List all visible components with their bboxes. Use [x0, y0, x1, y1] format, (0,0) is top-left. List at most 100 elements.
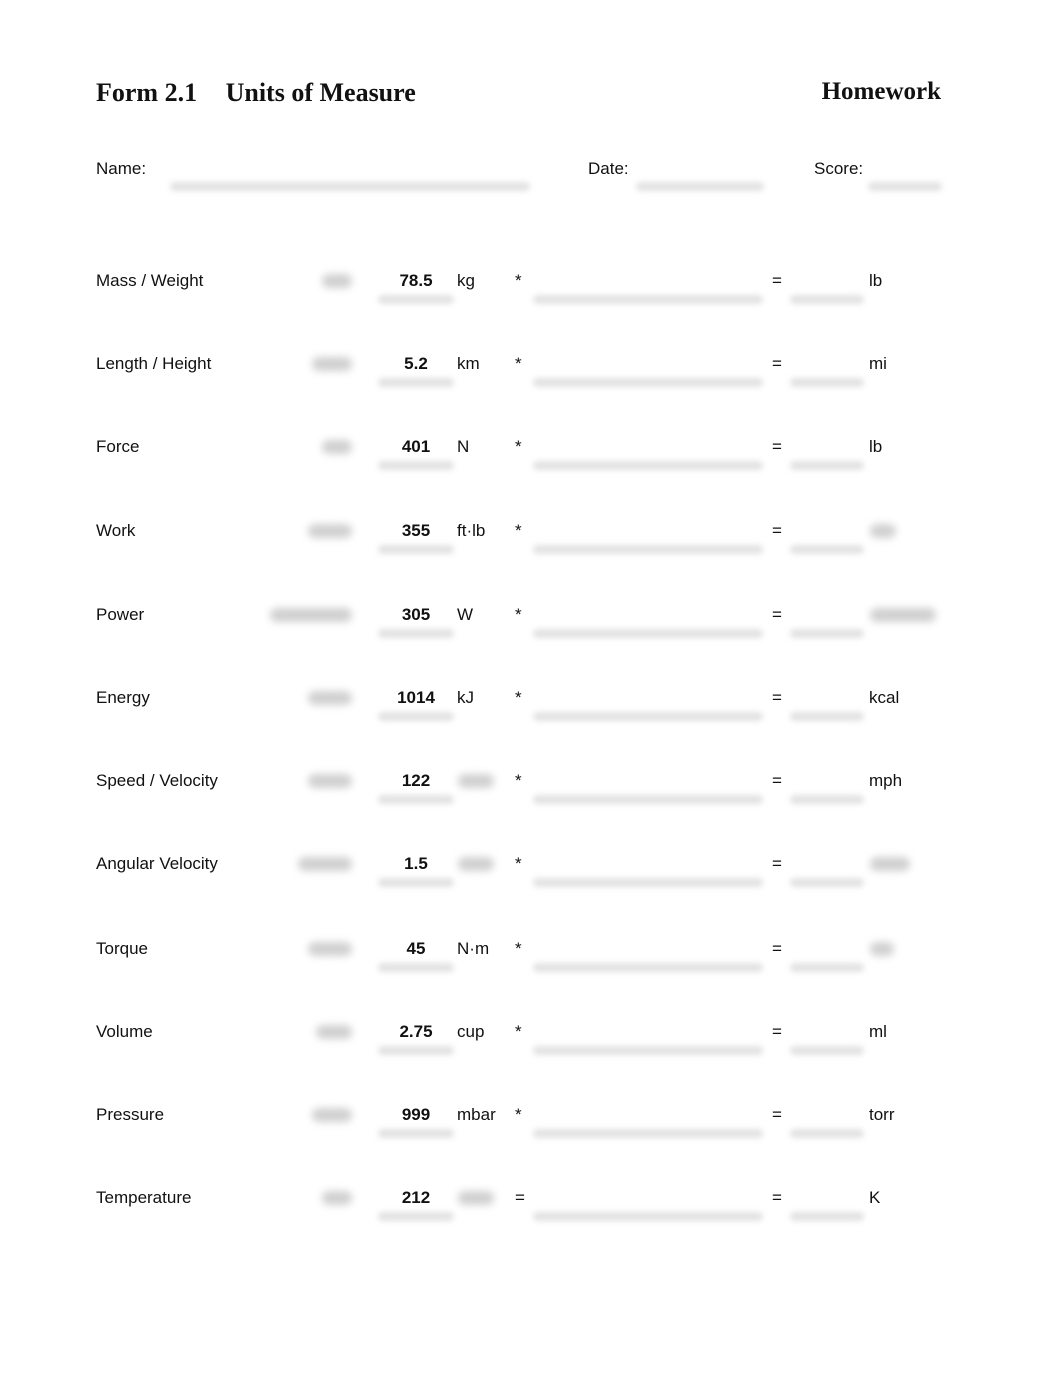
from-unit: kJ — [457, 688, 474, 707]
value-underline — [378, 545, 454, 554]
given-value: 122 — [401, 771, 431, 790]
conversion-factor-field[interactable] — [533, 1046, 763, 1055]
answer-field[interactable] — [790, 1129, 864, 1138]
value-underline — [378, 712, 454, 721]
conversion-factor-field[interactable] — [533, 545, 763, 554]
to-unit: torr — [869, 1105, 895, 1124]
to-unit: lb — [869, 437, 883, 456]
equals-sign: = — [772, 1105, 782, 1124]
answer-field[interactable] — [790, 461, 864, 470]
value-underline — [378, 878, 454, 887]
from-unit: km — [457, 354, 480, 373]
obscured-unit-text — [308, 942, 352, 956]
operator: * — [515, 271, 522, 290]
given-value: 212 — [401, 1188, 431, 1207]
operator: * — [515, 605, 522, 624]
answer-field[interactable] — [790, 629, 864, 638]
given-value: 1.5 — [404, 854, 428, 873]
equals-sign: = — [772, 854, 782, 873]
operator: = — [515, 1188, 525, 1207]
conversion-row: Volume 2.75 cup * = ml — [0, 1022, 1062, 1062]
operator: * — [515, 939, 522, 958]
quantity-label: Temperature — [96, 1188, 192, 1207]
from-unit: N — [457, 437, 470, 456]
obscured-unit-text — [312, 357, 352, 371]
obscured-from-unit — [458, 857, 494, 871]
quantity-label: Angular Velocity — [96, 854, 218, 873]
to-unit: mi — [869, 354, 887, 373]
from-unit: mbar — [457, 1105, 496, 1124]
answer-field[interactable] — [790, 795, 864, 804]
conversion-row: Work 355 ft·lb * = — [0, 521, 1062, 561]
equals-sign: = — [772, 771, 782, 790]
answer-field[interactable] — [790, 963, 864, 972]
quantity-label: Energy — [96, 688, 150, 707]
score-field[interactable] — [868, 182, 942, 191]
from-unit: W — [457, 605, 474, 624]
conversion-factor-field[interactable] — [533, 878, 763, 887]
conversion-row: Pressure 999 mbar * = torr — [0, 1105, 1062, 1145]
equals-sign: = — [772, 521, 782, 540]
conversion-row: Length / Height 5.2 km * = mi — [0, 354, 1062, 394]
conversion-factor-field[interactable] — [533, 629, 763, 638]
name-field[interactable] — [170, 182, 530, 191]
from-unit: N·m — [457, 939, 490, 958]
value-underline — [378, 1212, 454, 1221]
given-value: 999 — [401, 1105, 431, 1124]
operator: * — [515, 354, 522, 373]
to-unit: lb — [869, 271, 883, 290]
conversion-factor-field[interactable] — [533, 461, 763, 470]
conversion-factor-field[interactable] — [533, 1129, 763, 1138]
given-value: 2.75 — [399, 1022, 433, 1041]
obscured-unit-text — [270, 608, 352, 622]
operator: * — [515, 1105, 522, 1124]
obscured-unit-text — [316, 1025, 352, 1039]
conversion-row: Speed / Velocity 122 * = mph — [0, 771, 1062, 811]
given-value: 5.2 — [404, 354, 428, 373]
answer-field[interactable] — [790, 1046, 864, 1055]
value-underline — [378, 1046, 454, 1055]
conversion-row: Energy 1014 kJ * = kcal — [0, 688, 1062, 728]
conversion-factor-field[interactable] — [533, 963, 763, 972]
obscured-to-unit — [870, 942, 894, 956]
equals-sign: = — [772, 688, 782, 707]
obscured-unit-text — [322, 440, 352, 454]
equals-sign: = — [772, 939, 782, 958]
obscured-unit-text — [322, 274, 352, 288]
answer-field[interactable] — [790, 295, 864, 304]
quantity-label: Volume — [96, 1022, 153, 1041]
obscured-unit-text — [322, 1191, 352, 1205]
equals-sign: = — [772, 1022, 782, 1041]
obscured-unit-text — [308, 691, 352, 705]
value-underline — [378, 378, 454, 387]
answer-field[interactable] — [790, 712, 864, 721]
obscured-unit-text — [308, 774, 352, 788]
answer-field[interactable] — [790, 878, 864, 887]
quantity-label: Torque — [96, 939, 148, 958]
name-label: Name: — [96, 159, 147, 178]
conversion-row: Angular Velocity 1.5 * = — [0, 854, 1062, 894]
conversion-row: Force 401 N * = lb — [0, 437, 1062, 477]
answer-field[interactable] — [790, 378, 864, 387]
equals-sign: = — [772, 437, 782, 456]
to-unit: mph — [869, 771, 903, 790]
value-underline — [378, 795, 454, 804]
operator: * — [515, 688, 522, 707]
answer-field[interactable] — [790, 545, 864, 554]
conversion-factor-field[interactable] — [533, 295, 763, 304]
conversion-row: Torque 45 N·m * = — [0, 939, 1062, 979]
date-field[interactable] — [636, 182, 764, 191]
equals-sign: = — [772, 271, 782, 290]
quantity-label: Pressure — [96, 1105, 165, 1124]
operator: * — [515, 521, 522, 540]
conversion-factor-field[interactable] — [533, 795, 763, 804]
form-title: Units of Measure — [225, 78, 416, 107]
obscured-unit-text — [308, 524, 352, 538]
equals-sign: = — [772, 354, 782, 373]
date-label: Date: — [588, 159, 629, 178]
conversion-factor-field[interactable] — [533, 1212, 763, 1221]
conversion-factor-field[interactable] — [533, 378, 763, 387]
conversion-factor-field[interactable] — [533, 712, 763, 721]
score-label: Score: — [814, 159, 864, 178]
answer-field[interactable] — [790, 1212, 864, 1221]
